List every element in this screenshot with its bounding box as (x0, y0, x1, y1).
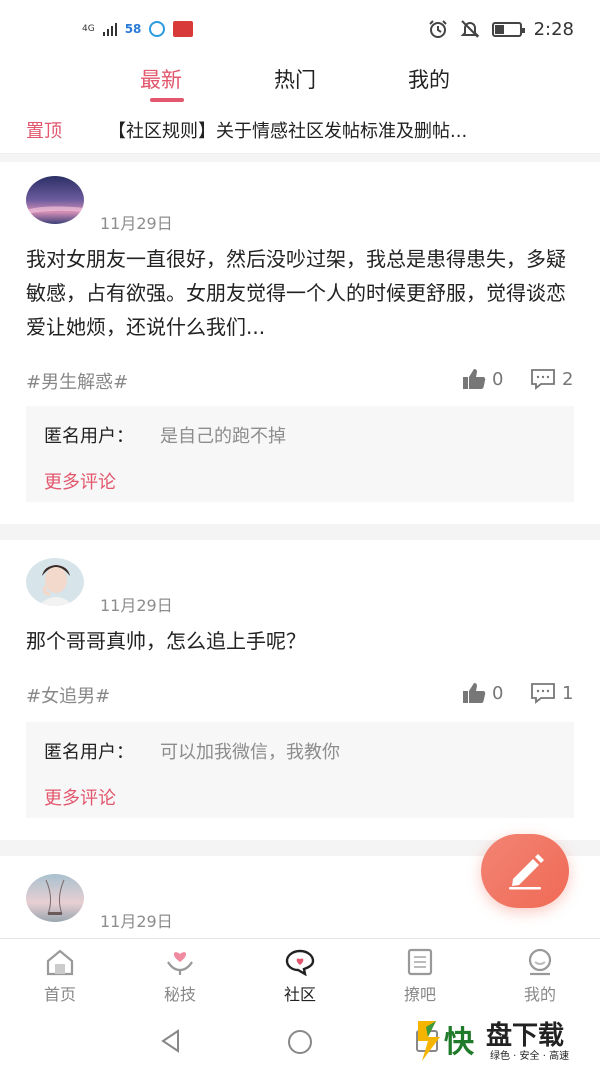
chat-heart-icon (285, 949, 315, 976)
post-tag[interactable]: #女追男# (26, 682, 110, 708)
post-text[interactable]: 我对女朋友一直很好，然后没吵过架，我总是患得患失，多疑敏感，占有欲强。女朋友觉得… (26, 242, 578, 344)
avatar[interactable] (26, 558, 84, 606)
pinned-title[interactable]: 【社区规则】关于情感社区发帖标准及删帖... (108, 117, 467, 143)
like-count: 0 (492, 368, 504, 390)
mute-icon (460, 20, 479, 38)
nav-tips[interactable]: 秘技 (145, 947, 215, 1005)
list-icon (407, 948, 433, 976)
battery-icon (491, 21, 525, 37)
tab-mine[interactable]: 我的 (408, 64, 450, 94)
like-button[interactable]: 0 (462, 368, 503, 390)
thumbs-up-icon (463, 683, 486, 703)
like-button[interactable]: 0 (462, 682, 503, 704)
post-card[interactable]: 11月29日 我对女朋友一直很好，然后没吵过架，我总是患得患失，多疑敏感，占有欲… (0, 162, 600, 524)
profile-icon (528, 948, 552, 976)
app-notification-icon (149, 21, 166, 37)
clock: 2:28 (533, 18, 574, 40)
status-bar: 4G 58 2:28 (0, 0, 600, 58)
nav-label: 我的 (523, 985, 556, 1004)
more-comments-link[interactable]: 更多评论 (44, 784, 116, 810)
comment-count: 1 (562, 682, 574, 704)
pinned-post[interactable]: 置顶 【社区规则】关于情感社区发帖标准及删帖... (0, 106, 600, 154)
post-text[interactable]: 那个哥哥真帅，怎么追上手呢？ (26, 624, 578, 658)
comment-user: 匿名用户： (44, 426, 134, 447)
app-58-icon: 58 (124, 22, 142, 36)
top-tabs: 最新 热门 我的 (0, 58, 600, 106)
post-card[interactable]: 11月29日 那个哥哥真帅，怎么追上手呢？ #女追男# 0 1 匿名用户： 可以… (0, 540, 600, 840)
tab-hot[interactable]: 热门 (274, 64, 316, 94)
post-tag[interactable]: #男生解惑# (26, 368, 128, 394)
nav-home[interactable]: 首页 (25, 947, 95, 1005)
comment-preview: 匿名用户： 可以加我微信，我教你 更多评论 (26, 722, 574, 818)
compose-button[interactable] (481, 834, 569, 908)
thumbs-up-icon (463, 369, 486, 389)
watermark-logo: 快 盘下载 绿色 · 安全 · 高速 (414, 1013, 592, 1065)
nav-label: 秘技 (163, 985, 196, 1004)
signal-icon (102, 22, 117, 36)
nav-community[interactable]: 社区 (265, 947, 335, 1005)
like-count: 0 (492, 682, 504, 704)
comment-user: 匿名用户： (44, 742, 134, 763)
comment-icon (531, 683, 555, 704)
home-circle-icon[interactable] (286, 1028, 314, 1056)
avatar[interactable] (26, 874, 84, 922)
nav-flirt[interactable]: 撩吧 (385, 947, 455, 1005)
comment-button[interactable]: 2 (530, 368, 573, 390)
avatar[interactable] (26, 176, 84, 224)
news-app-icon (173, 21, 194, 37)
comment-text: 是自己的跑不掉 (160, 426, 286, 447)
nav-label: 社区 (283, 985, 316, 1004)
post-date: 11月29日 (100, 596, 173, 615)
tab-latest[interactable]: 最新 (140, 64, 182, 94)
nav-label: 撩吧 (403, 985, 436, 1004)
comment-icon (531, 369, 555, 390)
pencil-icon (509, 854, 544, 890)
comment-button[interactable]: 1 (530, 682, 573, 704)
heart-hands-icon (167, 952, 193, 975)
nav-mine[interactable]: 我的 (505, 947, 575, 1005)
comment-preview: 匿名用户： 是自己的跑不掉 更多评论 (26, 406, 574, 502)
post-date: 11月29日 (100, 912, 173, 931)
watermark-slogan: 绿色 · 安全 · 高速 (490, 1051, 570, 1062)
watermark-char: 快 (444, 1025, 474, 1060)
nav-label: 首页 (43, 985, 76, 1004)
post-date: 11月29日 (100, 214, 173, 233)
pinned-badge: 置顶 (26, 120, 62, 142)
alarm-icon (428, 20, 447, 38)
comment-text: 可以加我微信，我教你 (160, 742, 340, 763)
comment-count: 2 (562, 368, 574, 390)
tab-indicator (150, 98, 184, 102)
bottom-nav: 首页 秘技 社区 撩吧 我的 (0, 938, 600, 1014)
home-icon (46, 949, 74, 976)
back-icon[interactable] (158, 1028, 184, 1054)
network-label: 4G (82, 23, 95, 34)
more-comments-link[interactable]: 更多评论 (44, 468, 116, 494)
